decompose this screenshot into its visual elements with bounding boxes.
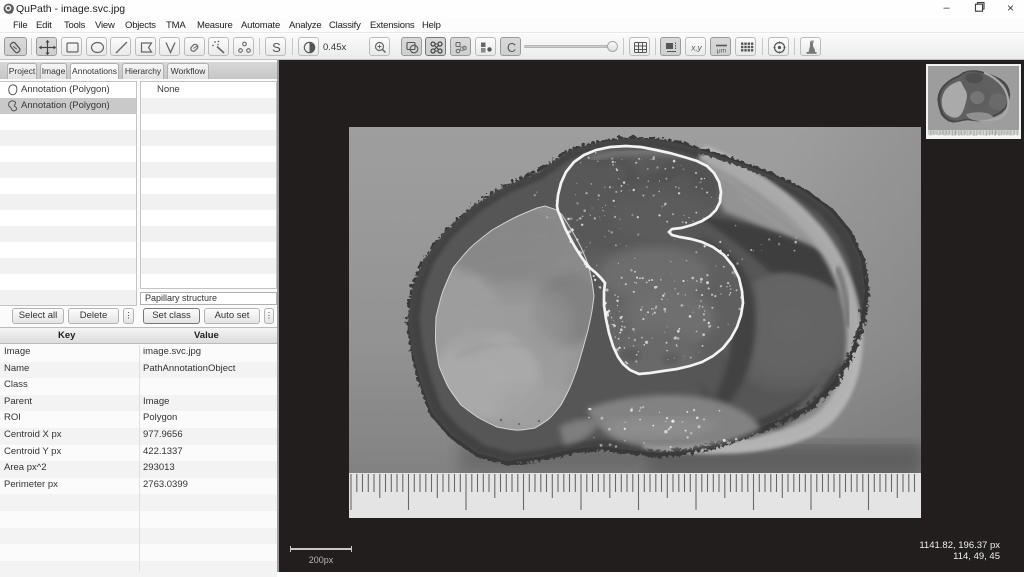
svg-text:μm: μm bbox=[717, 48, 726, 55]
svg-text:S: S bbox=[272, 40, 281, 55]
svg-text:x,y: x,y bbox=[690, 44, 702, 53]
svg-text:C: C bbox=[507, 41, 516, 55]
